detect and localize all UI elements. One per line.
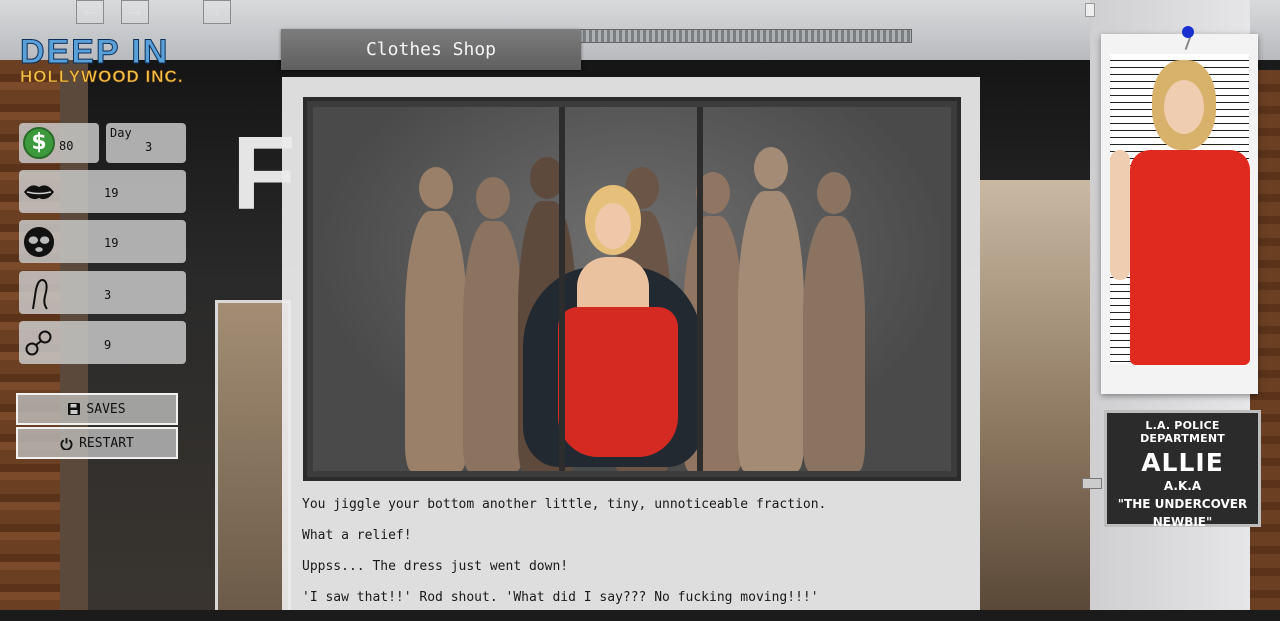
scene-illustration (313, 107, 951, 471)
handcuffs-stat: 9 (19, 321, 186, 364)
pushpin-icon (1182, 26, 1194, 38)
woman-face (595, 203, 631, 249)
story-line: You jiggle your bottom another little, t… (302, 497, 827, 512)
whip-icon (23, 277, 55, 310)
mask-icon (23, 226, 55, 258)
mannequin (738, 147, 804, 471)
mannequin (405, 167, 467, 471)
character-dress (1130, 150, 1250, 365)
red-dress (558, 307, 678, 457)
story-line: Uppss... The dress just went down! (302, 559, 569, 574)
restart-button[interactable]: RESTART (16, 427, 178, 459)
mask-value: 19 (104, 236, 119, 250)
mannequin (463, 177, 523, 471)
handcuffs-icon (23, 327, 55, 359)
department-label: L.A. POLICE DEPARTMENT (1140, 419, 1225, 445)
scene-image (303, 97, 961, 481)
chevron-left-icon: ‹ (213, 2, 221, 22)
store-glow (980, 180, 1100, 610)
saves-button[interactable]: SAVES (16, 393, 178, 425)
story-panel: You jiggle your bottom another little, t… (282, 77, 980, 610)
arrow-left-icon: ← (83, 2, 97, 22)
arrow-right-icon: → (128, 2, 142, 22)
character-nickname-line1: "THE UNDERCOVER (1117, 497, 1248, 511)
placard-clip (1082, 478, 1102, 489)
saves-label: SAVES (86, 401, 126, 417)
mannequin (803, 172, 865, 471)
story-line: 'I saw that!!' Rod shout. 'What did I sa… (302, 590, 819, 605)
window-frame (559, 107, 565, 471)
game-logo: DEEP IN HOLLYWOOD INC. (20, 33, 190, 90)
character-nickname-line2: NEWBIE" (1152, 515, 1213, 529)
character-name: ALLIE (1141, 448, 1224, 477)
dollar-coin-icon: $ (23, 127, 55, 159)
window-frame (697, 107, 703, 471)
power-icon (60, 437, 73, 450)
lips-value: 19 (104, 186, 119, 200)
aka-label: A.K.A (1163, 479, 1202, 493)
back-button[interactable]: ← (76, 0, 104, 24)
logo-line2: HOLLYWOOD INC. (20, 67, 184, 86)
handcuffs-value: 9 (104, 338, 112, 352)
location-title-text: Clothes Shop (365, 39, 497, 60)
day-stat: Day 3 (106, 123, 186, 163)
small-tag-icon (1085, 3, 1095, 17)
money-value: 80 (59, 139, 74, 153)
forward-button[interactable]: → (121, 0, 149, 24)
money-stat: $ 80 (19, 123, 99, 163)
story-line: What a relief! (302, 528, 412, 543)
character-face (1164, 80, 1204, 134)
whip-value: 3 (104, 288, 112, 302)
ceiling-vent (540, 29, 912, 43)
location-title: Clothes Shop (281, 29, 581, 70)
store-door (215, 300, 291, 610)
collapse-sidebar-button[interactable]: ‹ (203, 0, 231, 24)
logo-line1: DEEP IN (20, 33, 170, 71)
character-arm (1110, 150, 1130, 280)
floppy-disk-icon (68, 403, 81, 415)
mask-stat: 19 (19, 220, 186, 263)
day-value: 3 (145, 140, 153, 154)
day-label: Day (110, 126, 132, 140)
story-text: You jiggle your bottom another little, t… (302, 497, 962, 621)
character-placard: L.A. POLICE DEPARTMENT ALLIE A.K.A "THE … (1104, 410, 1261, 529)
lips-stat: 19 (19, 170, 186, 213)
restart-label: RESTART (79, 435, 134, 451)
lips-icon (23, 176, 55, 208)
whip-stat: 3 (19, 271, 186, 314)
